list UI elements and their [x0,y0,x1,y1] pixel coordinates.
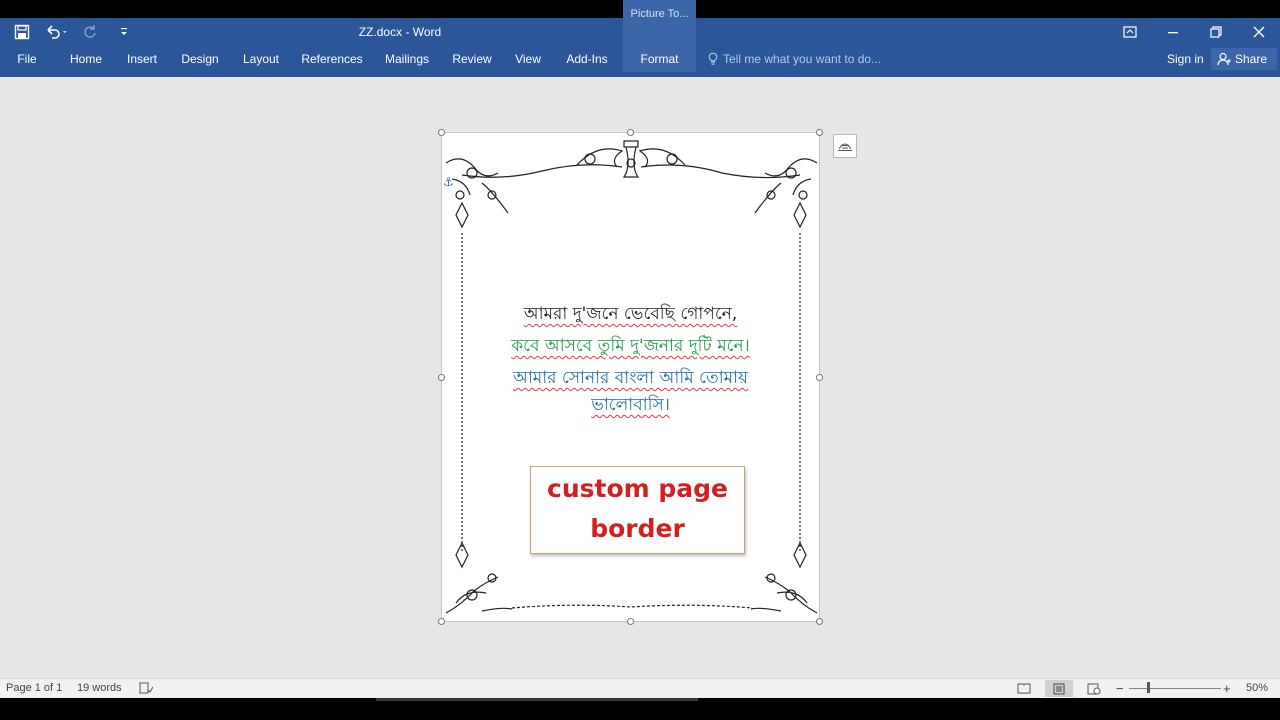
tab-layout[interactable]: Layout [236,46,286,72]
resize-handle-top[interactable] [627,129,634,136]
textbox-line-1: custom page [547,474,728,503]
zoom-level[interactable]: 50% [1246,679,1268,698]
window-controls [1108,18,1280,46]
minimize-icon[interactable] [1151,18,1194,46]
custom-border-textbox[interactable]: custom page border [530,466,745,554]
read-mode-icon[interactable] [1010,680,1038,697]
resize-handle-top-right[interactable] [816,129,823,136]
lightbulb-icon [708,52,718,65]
layout-options-icon[interactable] [833,134,857,158]
zoom-slider-thumb[interactable] [1147,682,1150,693]
zoom-in-button[interactable]: + [1223,679,1231,698]
tell-me-placeholder: Tell me what you want to do... [723,52,882,66]
resize-handle-bottom[interactable] [627,618,634,625]
share-label: Share [1235,52,1268,66]
poem-line-4: ভালোবাসি। [591,395,670,415]
tab-format[interactable]: Format [623,46,696,72]
tab-view[interactable]: View [508,46,548,72]
sign-in-link[interactable]: Sign in [1167,46,1204,72]
status-bar: Page 1 of 1 19 words − + 50% [0,678,1280,698]
tab-file[interactable]: File [8,46,46,72]
resize-handle-top-left[interactable] [438,129,445,136]
share-person-icon [1217,52,1231,66]
print-layout-icon[interactable] [1045,680,1073,697]
tab-insert[interactable]: Insert [120,46,164,72]
poem-text[interactable]: আমরা দু'জনে ভেবেছি গোপনে, কবে আসবে তুমি … [441,298,820,416]
resize-handle-bottom-left[interactable] [438,618,445,625]
poem-line-3: আমার সোনার বাংলা আমি তোমায় [512,368,749,388]
bottom-black-bar [0,698,1280,720]
page-count[interactable]: Page 1 of 1 [6,679,62,698]
poem-line-1: আমরা দু'জনে ভেবেছি গোপনে, [523,304,738,324]
word-count[interactable]: 19 words [77,679,122,698]
tab-review[interactable]: Review [448,46,496,72]
anchor-icon[interactable]: ⚓ [443,175,454,189]
contextual-tab-group-label: Picture To... [630,8,689,20]
zoom-out-button[interactable]: − [1116,679,1124,698]
web-layout-icon[interactable] [1080,680,1108,697]
tab-design[interactable]: Design [176,46,224,72]
restore-icon[interactable] [1194,18,1237,46]
resize-handle-bottom-right[interactable] [816,618,823,625]
tab-add-ins[interactable]: Add-Ins [560,46,614,72]
ribbon-tabs: File Home Insert Design Layout Reference… [0,46,1280,77]
tell-me-box[interactable]: Tell me what you want to do... [708,46,881,72]
tab-mailings[interactable]: Mailings [378,46,436,72]
ribbon-display-icon[interactable] [1108,18,1151,46]
close-icon[interactable] [1237,18,1280,46]
taskbar-scroll-indicator [376,698,698,701]
share-button[interactable]: Share [1211,48,1277,70]
proofing-icon[interactable] [139,679,154,698]
tab-references[interactable]: References [298,46,366,72]
zoom-slider-track[interactable] [1129,688,1221,689]
textbox-line-2: border [590,514,685,543]
poem-line-2: কবে আসবে তুমি দু'জনার দুটি মনে। [511,336,750,356]
tab-home[interactable]: Home [62,46,110,72]
